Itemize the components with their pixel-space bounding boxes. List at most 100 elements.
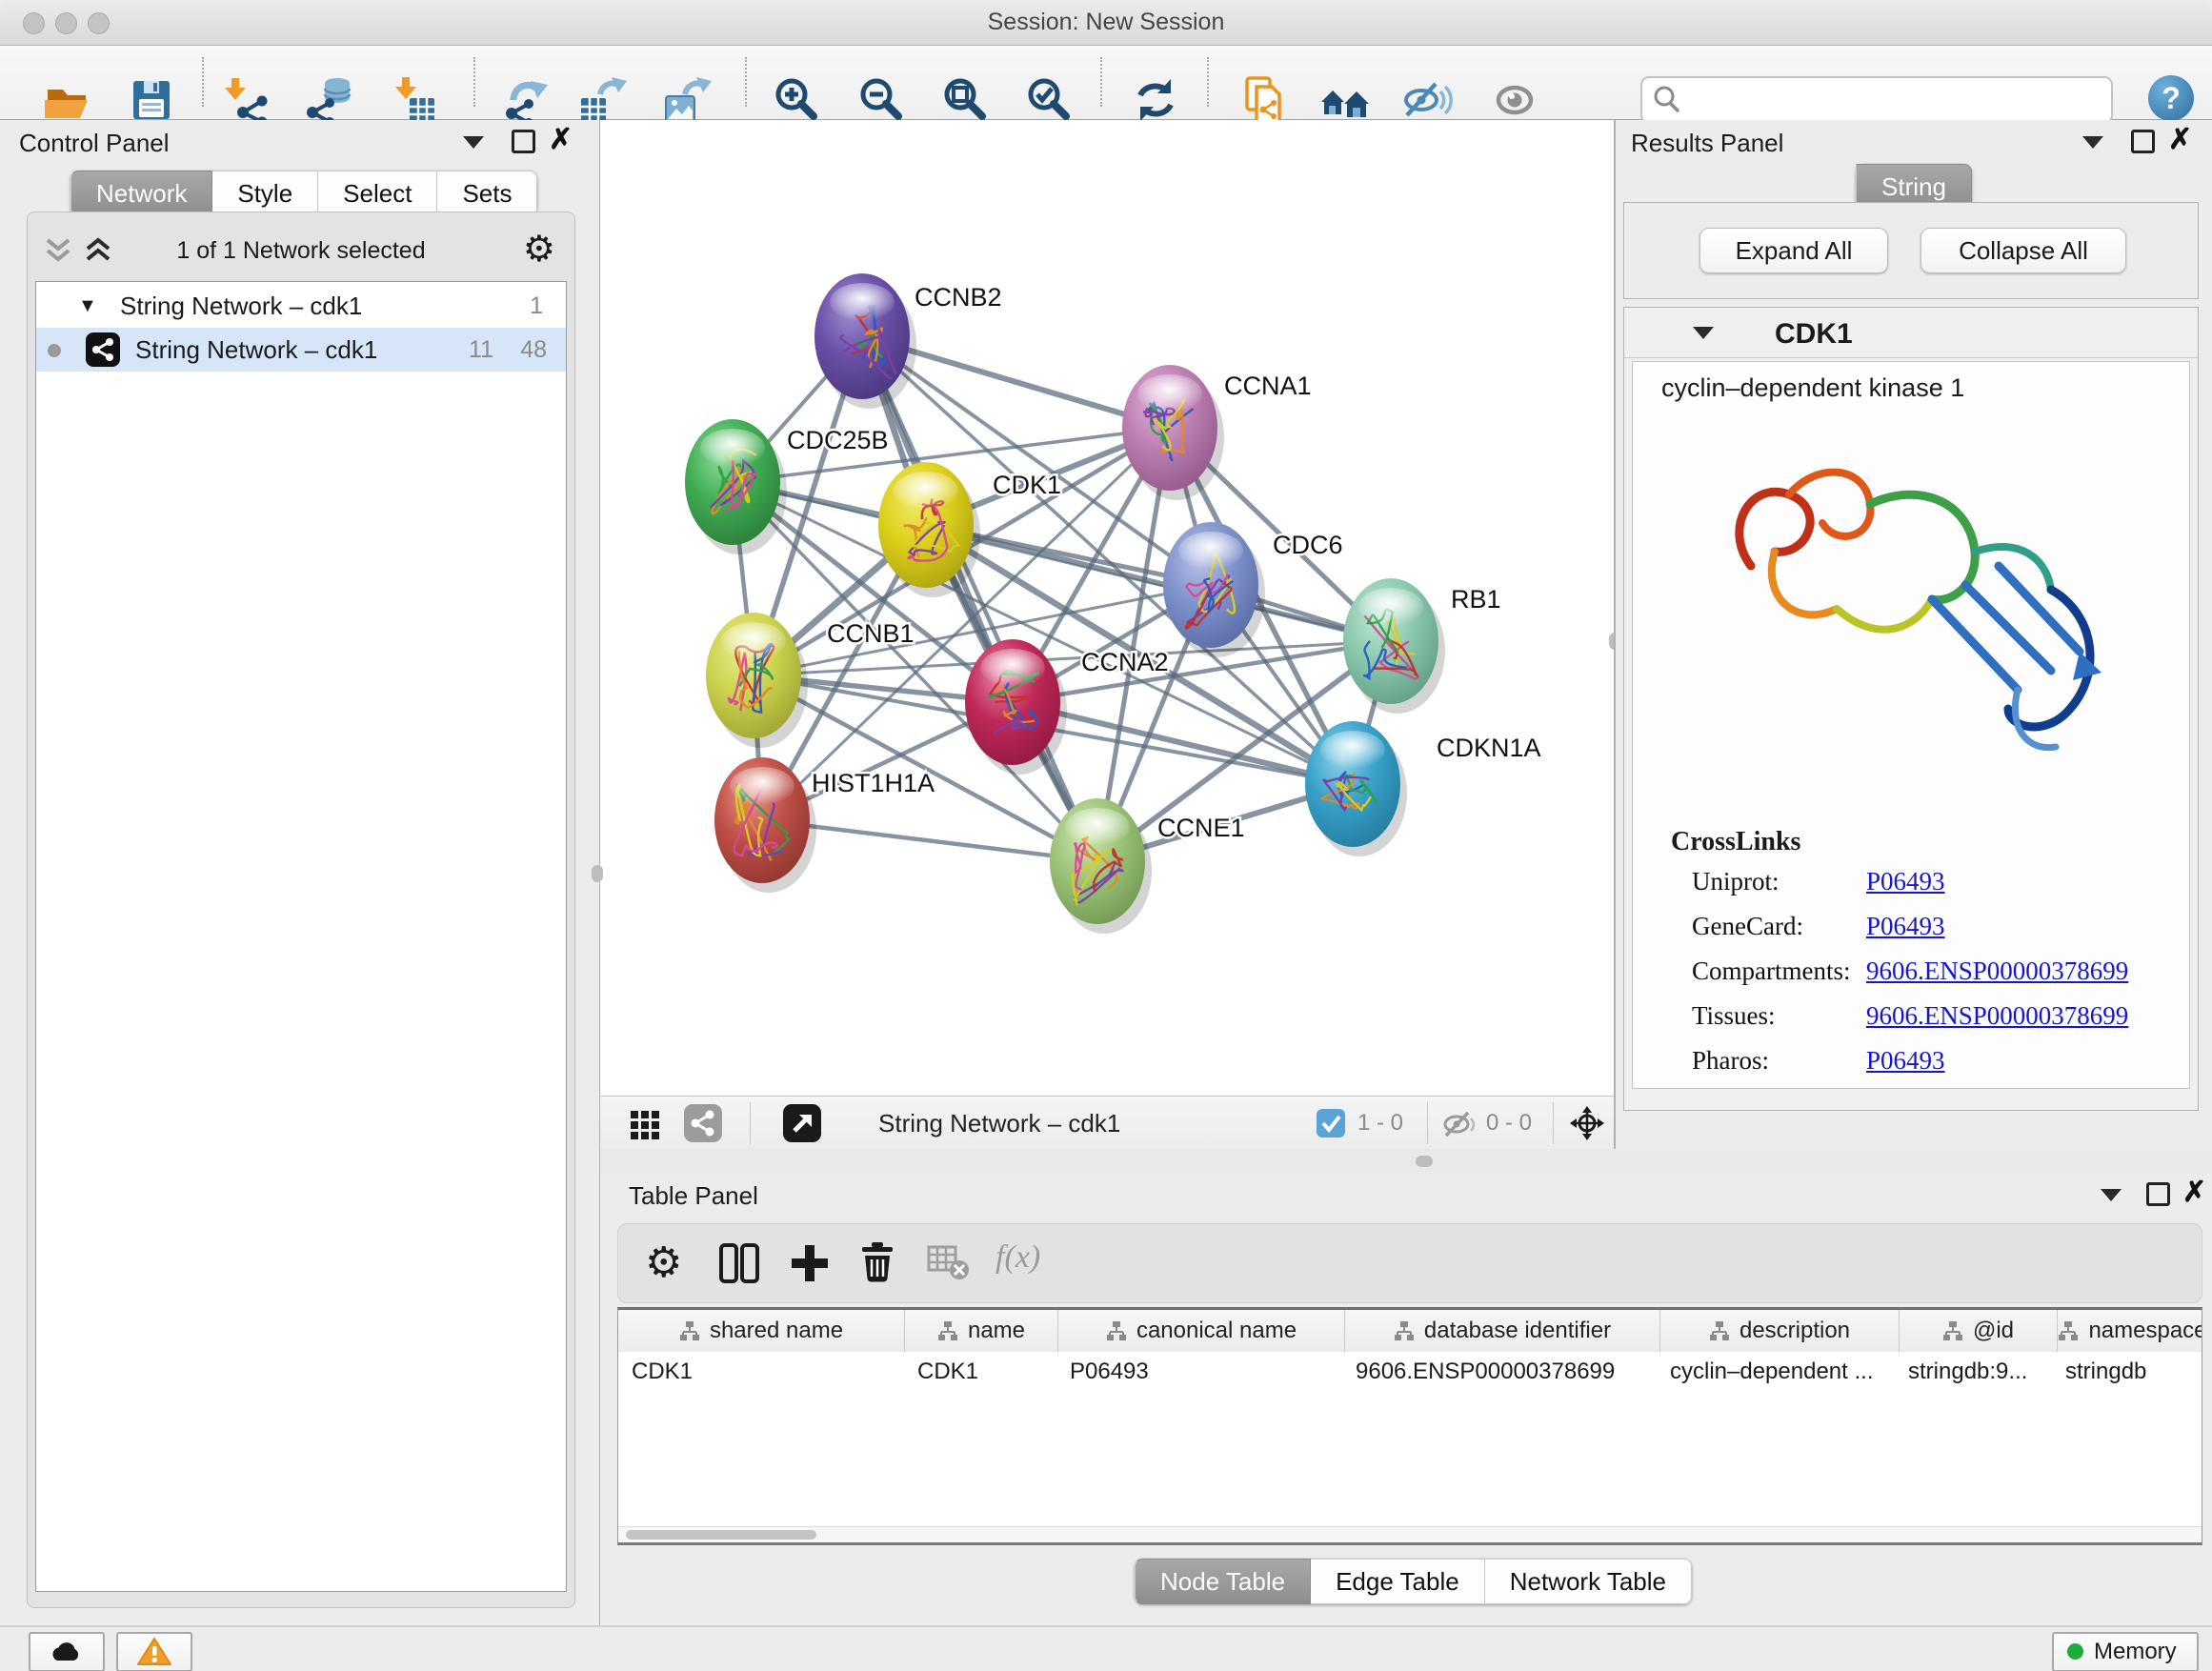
function-builder-icon-disabled: f(x) [995,1239,1081,1287]
tab-network[interactable]: Network [70,171,212,216]
help-label: ? [2162,81,2181,115]
show-panel-button[interactable] [1488,73,1541,127]
add-column-icon[interactable] [786,1239,834,1287]
refresh-view-button[interactable] [1129,73,1182,127]
table-gear-icon[interactable]: ⚙ [645,1239,693,1287]
float-panel-icon[interactable] [512,130,535,153]
network-node-HIST1H1A[interactable]: HIST1H1A [714,757,935,893]
export-table-button[interactable] [575,73,629,127]
network-node-CCNB2[interactable]: CCNB2 [814,273,1002,409]
zoom-out-button[interactable] [855,73,908,127]
vertical-splitter-handle[interactable] [592,865,603,882]
table-cell-shared-name[interactable]: CDK1 [618,1352,904,1392]
table-cell-name[interactable]: CDK1 [904,1352,1056,1392]
crosslink-compartments[interactable]: 9606.ENSP00000378699 [1866,956,2128,986]
column-header-canonical-name[interactable]: canonical name [1058,1310,1345,1352]
crosslink-tissues[interactable]: 9606.ENSP00000378699 [1866,1001,2128,1031]
save-session-button[interactable] [125,73,178,127]
table-cell-id[interactable]: stringdb:9... [1895,1352,2052,1392]
tab-style[interactable]: Style [212,171,318,216]
splitter-handle[interactable] [1416,1156,1433,1167]
help-button[interactable]: ? [2148,75,2194,121]
open-folder-icon [40,73,93,127]
column-header-shared-name[interactable]: shared name [618,1310,905,1352]
network-badge-toggle-icon[interactable] [684,1104,722,1142]
table-cell-namespace[interactable]: stringdb [2052,1352,2202,1392]
table-cell-description[interactable]: cyclin–dependent ... [1657,1352,1895,1392]
network-node-CDKN1A[interactable]: CDKN1A [1305,721,1541,856]
import-network-database-button[interactable] [303,73,356,127]
import-network-file-button[interactable] [220,73,273,127]
column-header-database-identifier[interactable]: database identifier [1345,1310,1660,1352]
table-cell-database-identifier[interactable]: 9606.ENSP00000378699 [1342,1352,1657,1392]
open-session-button[interactable] [40,73,93,127]
node-gloss-icon [830,283,895,321]
panel-menu-caret-icon[interactable] [2101,1189,2122,1201]
scrollbar-thumb[interactable] [626,1530,816,1540]
warning-icon [118,1634,191,1670]
export-image-button[interactable] [660,73,714,127]
panel-menu-caret-icon[interactable] [463,136,484,149]
import-table-button[interactable] [389,73,442,127]
cloud-button[interactable] [29,1632,105,1671]
birds-eye-view-icon[interactable] [1568,1104,1606,1142]
column-header-name[interactable]: name [905,1310,1058,1352]
export-network-button[interactable] [500,73,553,127]
section-collapse-caret-icon[interactable] [1693,327,1714,339]
column-header-id[interactable]: @id [1900,1310,2058,1352]
collapse-all-button[interactable]: Collapse All [1920,228,2126,273]
network-node-CCNA1[interactable]: CCNA1 [1122,365,1312,500]
home-button[interactable] [1318,73,1372,127]
horizontal-splitter[interactable] [600,1149,2212,1174]
tab-node-table[interactable]: Node Table [1135,1559,1311,1604]
tree-expand-caret-icon[interactable]: ▼ [78,284,97,328]
horizontal-scrollbar[interactable] [618,1526,2202,1542]
tab-edge-table[interactable]: Edge Table [1311,1559,1485,1604]
network-collection-row[interactable]: ▼ String Network – cdk1 1 [36,284,566,328]
zoom-fit-button[interactable] [938,73,992,127]
hide-panels-button[interactable] [1399,73,1453,127]
zoom-selected-button[interactable] [1022,73,1076,127]
table-cell-canonical-name[interactable]: P06493 [1056,1352,1342,1392]
control-panel: Control Panel ✗ NetworkStyleSelectSets 1… [0,120,601,1625]
panel-menu-caret-icon[interactable] [2082,136,2103,149]
split-columns-icon[interactable] [715,1239,763,1287]
manage-networks-button[interactable] [1237,73,1291,127]
float-panel-icon[interactable] [2131,130,2155,153]
network-node-CDC6[interactable]: CDC6 [1163,522,1343,657]
close-panel-icon[interactable]: ✗ [2182,1180,2206,1205]
close-panel-icon[interactable]: ✗ [549,128,573,152]
node-label-CCNE1: CCNE1 [1157,814,1245,842]
network-canvas[interactable]: CCNB2CCNA1CDC25BCDK1CDC6RB1CCNB1CCNA2CDK… [600,120,1614,1096]
float-panel-icon[interactable] [2146,1182,2170,1206]
network-node-CDC25B[interactable]: CDC25B [685,419,889,554]
crosslink-label: Compartments: [1692,956,1850,986]
close-panel-icon[interactable]: ✗ [2168,128,2192,152]
network-row-selected[interactable]: String Network – cdk1 11 48 [36,328,566,372]
selected-checkbox-icon[interactable] [1317,1109,1345,1137]
search-input[interactable] [1686,82,2100,116]
zoom-in-button[interactable] [770,73,823,127]
crosslink-pharos[interactable]: P06493 [1866,1046,1945,1076]
grid-view-icon[interactable] [629,1107,663,1141]
delete-column-icon[interactable] [855,1239,902,1287]
crosslink-uniprot[interactable]: P06493 [1866,867,1945,896]
crosslink-genecard[interactable]: P06493 [1866,912,1945,941]
control-panel-title: Control Panel [19,129,170,158]
memory-button[interactable]: Memory [2052,1632,2199,1671]
tab-network-table[interactable]: Network Table [1485,1559,1692,1604]
gene-header-row[interactable]: CDK1 [1624,308,2198,358]
expand-all-button[interactable]: Expand All [1699,228,1888,273]
network-node-RB1[interactable]: RB1 [1343,578,1501,714]
network-node-CCNE1[interactable]: CCNE1 [1050,798,1245,934]
network-edge-CCNA1-HIST1H1A[interactable] [762,428,1170,820]
gear-icon[interactable]: ⚙ [523,232,555,268]
warnings-button[interactable] [116,1632,192,1671]
tab-select[interactable]: Select [318,171,437,216]
column-header-namespace[interactable]: namespace [2058,1310,2202,1352]
open-in-window-icon[interactable] [783,1104,821,1142]
network-view-title: String Network – cdk1 [878,1097,1120,1150]
table-row[interactable]: CDK1CDK1P064939606.ENSP00000378699cyclin… [618,1352,2202,1392]
column-header-description[interactable]: description [1660,1310,1900,1352]
tab-sets[interactable]: Sets [437,171,537,216]
